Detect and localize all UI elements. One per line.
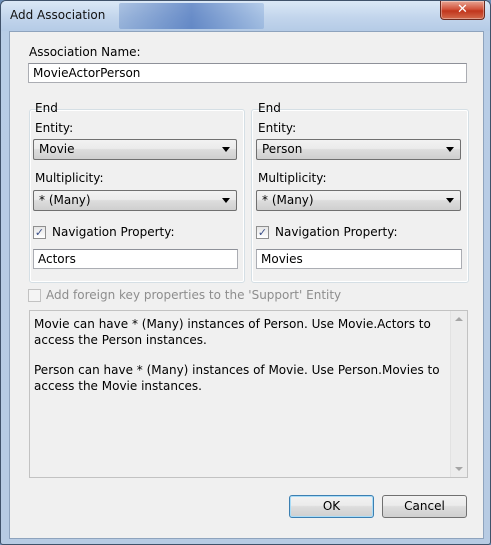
cancel-button[interactable]: Cancel xyxy=(382,495,467,518)
end-left-nav-label: Navigation Property: xyxy=(52,225,175,239)
end-right-nav-label: Navigation Property: xyxy=(275,225,398,239)
end-left-nav-checkbox[interactable]: ✓ xyxy=(33,226,46,239)
association-name-label: Association Name: xyxy=(29,45,141,59)
end-right-multiplicity-label: Multiplicity: xyxy=(258,171,327,185)
chevron-down-icon xyxy=(222,147,230,152)
foreign-key-checkbox[interactable] xyxy=(28,289,41,302)
window-title: Add Association xyxy=(10,8,106,22)
title-bar[interactable]: Add Association ✕ xyxy=(1,1,490,31)
summary-line-2: Person can have * (Many) instances of Mo… xyxy=(34,363,440,393)
end-left-entity-select[interactable]: Movie xyxy=(33,139,237,160)
end-right-nav-input[interactable]: Movies xyxy=(256,249,462,269)
foreign-key-label: Add foreign key properties to the 'Suppo… xyxy=(46,288,342,302)
end-right-multiplicity-select[interactable]: * (Many) xyxy=(256,190,461,211)
checkmark-icon: ✓ xyxy=(34,226,45,239)
end-left-entity-label: Entity: xyxy=(35,121,74,135)
end-right-nav-checkbox[interactable]: ✓ xyxy=(256,226,269,239)
scroll-down-icon[interactable] xyxy=(455,467,463,471)
dialog-body: Association Name: MovieActorPerson End E… xyxy=(9,31,484,539)
end-right-entity-value: Person xyxy=(262,142,303,156)
end-right-entity-select[interactable]: Person xyxy=(256,139,461,160)
end-right-multiplicity-value: * (Many) xyxy=(262,193,314,207)
summary-scrollbar[interactable] xyxy=(450,311,467,477)
checkmark-icon: ✓ xyxy=(257,226,268,239)
title-bar-glass xyxy=(119,3,264,29)
chevron-down-icon xyxy=(446,198,454,203)
close-icon: ✕ xyxy=(457,2,468,17)
end-left-multiplicity-select[interactable]: * (Many) xyxy=(33,190,237,211)
ok-button[interactable]: OK xyxy=(289,495,374,518)
add-association-dialog: Add Association ✕ Association Name: Movi… xyxy=(0,0,491,545)
end-left-entity-value: Movie xyxy=(39,142,75,156)
end-left-multiplicity-label: Multiplicity: xyxy=(35,171,104,185)
close-button[interactable]: ✕ xyxy=(440,1,485,20)
association-name-input[interactable]: MovieActorPerson xyxy=(28,63,467,83)
scroll-up-icon[interactable] xyxy=(455,317,463,321)
end-left-label: End xyxy=(35,101,58,115)
association-summary: Movie can have * (Many) instances of Per… xyxy=(29,310,468,478)
end-right-label: End xyxy=(258,101,281,115)
chevron-down-icon xyxy=(222,198,230,203)
summary-text: Movie can have * (Many) instances of Per… xyxy=(34,316,444,408)
chevron-down-icon xyxy=(446,147,454,152)
end-left-multiplicity-value: * (Many) xyxy=(39,193,91,207)
summary-line-1: Movie can have * (Many) instances of Per… xyxy=(34,317,431,347)
end-left-nav-input[interactable]: Actors xyxy=(33,249,238,269)
end-right-entity-label: Entity: xyxy=(258,121,297,135)
